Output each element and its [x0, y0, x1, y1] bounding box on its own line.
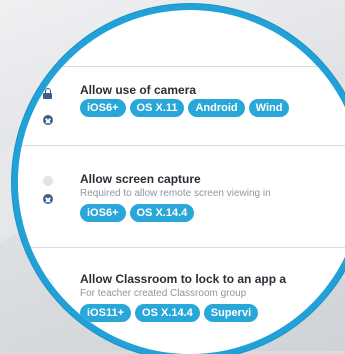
lock-icon[interactable]	[43, 88, 52, 99]
platform-tag: OS X.14.4	[135, 304, 200, 322]
setting-description: Required to allow remote screen viewing …	[80, 188, 271, 199]
setting-description: For teacher created Classroom group	[80, 288, 247, 299]
platform-tag: Wind	[248, 99, 290, 117]
close-icon[interactable]	[43, 115, 53, 125]
platform-tag: iOS6+	[80, 99, 126, 117]
platform-tag: iOS6+	[80, 204, 126, 222]
setting-row-screen-capture[interactable]: Allow screen capture Required to allow r…	[18, 146, 345, 246]
platform-tag: OS X.14.4	[129, 204, 195, 222]
setting-title: Allow use of camera	[80, 83, 197, 97]
platform-tag: Android	[188, 99, 245, 117]
magnifier-lens: Allow use of camera iOS6+ OS X.11 Androi…	[18, 10, 345, 354]
platform-tag: OS X.11	[129, 99, 185, 117]
setting-title: Allow screen capture	[80, 172, 201, 186]
close-icon[interactable]	[43, 194, 53, 204]
platform-tags: iOS6+ OS X.14.4	[80, 204, 195, 222]
setting-row-camera[interactable]: Allow use of camera iOS6+ OS X.11 Androi…	[18, 67, 345, 155]
platform-tags: iOS6+ OS X.11 Android Wind	[80, 99, 290, 117]
platform-tag: Supervi	[203, 304, 259, 322]
platform-tags: iOS11+ OS X.14.4 Supervi	[80, 304, 259, 322]
setting-title: Allow Classroom to lock to an app a	[80, 272, 287, 286]
setting-row-classroom-lock[interactable]: Allow Classroom to lock to an app a For …	[18, 248, 345, 354]
platform-tag: iOS11+	[80, 304, 132, 322]
status-dot-icon	[43, 278, 53, 288]
status-dot-icon	[43, 176, 53, 186]
